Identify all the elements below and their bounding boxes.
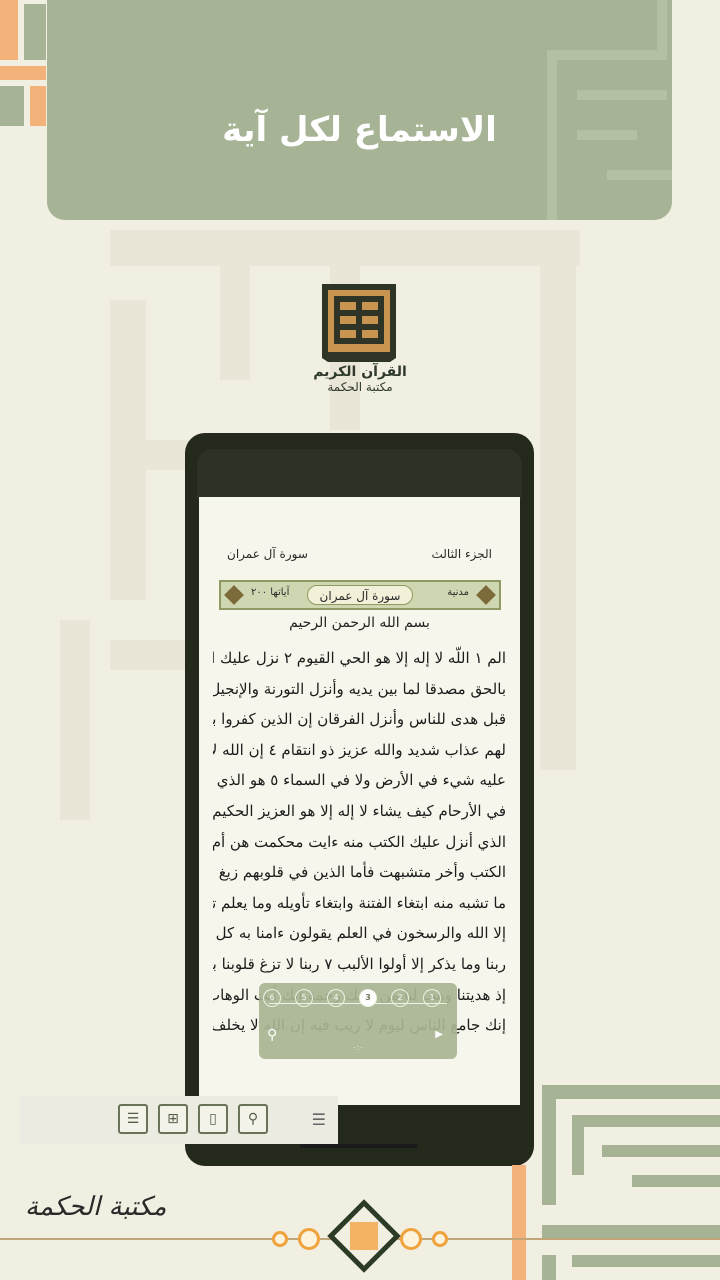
verse-dot[interactable]: 5 xyxy=(295,989,313,1007)
list-icon: ☰ xyxy=(126,1111,140,1127)
header-banner: الاستماع لكل آية xyxy=(47,0,672,220)
banner-title: الاستماع لكل آية xyxy=(222,110,497,150)
reciter-search-icon[interactable]: ⚲ xyxy=(267,1027,277,1043)
search-button[interactable]: ⚲ xyxy=(238,1104,268,1134)
ornament-dot-icon xyxy=(272,1231,288,1247)
play-icon[interactable]: ▶ xyxy=(435,1029,443,1040)
phone-status-area xyxy=(197,449,522,499)
verse-line[interactable]: في الأرحام كيف يشاء لا إله إلا هو العزيز… xyxy=(213,796,506,827)
surah-header-label: سورة آل عمران xyxy=(227,547,308,561)
verses-block[interactable]: الم ١ اللّه لا إله إلا هو الحي القيوم ٢ … xyxy=(213,643,506,1041)
ornament-dot-icon xyxy=(432,1231,448,1247)
verse-line[interactable]: ما تشبه منه ابتغاء الفتنة وابتغاء تأويله… xyxy=(213,888,506,919)
revelation-type: مدنية xyxy=(447,587,469,598)
verse-dot[interactable]: 4 xyxy=(327,989,345,1007)
verse-dot-active[interactable]: 3 xyxy=(359,989,377,1007)
playback-time: ٠:٠ xyxy=(352,1043,364,1052)
ornament-left-icon xyxy=(224,585,244,605)
surah-title-frame: آياتها ٢٠٠ سورة آل عمران مدنية xyxy=(219,580,501,610)
ornament-dot-icon xyxy=(298,1228,320,1250)
corner-ornament-bottom-right xyxy=(512,1085,720,1280)
logo-subtitle: مكتبة الحكمة xyxy=(327,380,393,394)
verse-line[interactable]: الم ١ اللّه لا إله إلا هو الحي القيوم ٢ … xyxy=(213,643,506,674)
bookmark-icon: ▯ xyxy=(209,1111,217,1127)
menu-icon[interactable]: ☰ xyxy=(312,1110,326,1129)
zoom-in-icon: ⊞ xyxy=(167,1111,179,1127)
verse-line[interactable]: إلا الله والرسخون في العلم يقولون ءامنا … xyxy=(213,918,506,949)
basmala: بسم الله الرحمن الرحيم xyxy=(289,615,430,631)
home-indicator xyxy=(300,1144,418,1148)
verse-line[interactable]: قبل هدى للناس وأنزل الفرقان إن الذين كفر… xyxy=(213,704,506,735)
bookmark-button[interactable]: ▯ xyxy=(198,1104,228,1134)
logo-title: القرآن الكريم xyxy=(313,364,407,380)
ornament-right-icon xyxy=(476,585,496,605)
ornament-dot-icon xyxy=(400,1228,422,1250)
quran-logo-icon xyxy=(318,280,400,362)
verse-line[interactable]: ربنا وما يذكر إلا أولوا الألبب ٧ ربنا لا… xyxy=(213,949,506,980)
verse-line[interactable]: بالحق مصدقا لما بين يديه وأنزل التورنة و… xyxy=(213,674,506,705)
verse-selector[interactable]: 6 5 4 3 2 1 xyxy=(259,989,457,1007)
surah-name: سورة آل عمران xyxy=(307,585,413,605)
juz-label: الجزء الثالث xyxy=(431,547,492,561)
ayah-count: آياتها ٢٠٠ xyxy=(251,587,290,598)
reader-toolbar: ▯ ⊞ ☰ ⚲ ☰ xyxy=(20,1096,338,1144)
index-button[interactable]: ☰ xyxy=(118,1104,148,1134)
audio-player-panel[interactable]: 6 5 4 3 2 1 ⚲ ▶ ٠:٠ xyxy=(259,983,457,1059)
verse-dot[interactable]: 1 xyxy=(423,989,441,1007)
verse-line[interactable]: الذي أنزل عليك الكتب منه ءايت محكمت هن أ… xyxy=(213,827,506,858)
library-signature: مكتبة الحكمة xyxy=(25,1192,167,1222)
center-emblem-core xyxy=(350,1222,378,1250)
verse-line[interactable]: عليه شيء في الأرض ولا في السماء ٥ هو الذ… xyxy=(213,765,506,796)
verse-line[interactable]: لهم عذاب شديد والله عزيز ذو انتقام ٤ إن … xyxy=(213,735,506,766)
search-icon: ⚲ xyxy=(247,1111,259,1127)
zoom-in-button[interactable]: ⊞ xyxy=(158,1104,188,1134)
verse-dot[interactable]: 6 xyxy=(263,989,281,1007)
verse-dot[interactable]: 2 xyxy=(391,989,409,1007)
verse-line[interactable]: الكتب وأخر متشبهت فأما الذين في قلوبهم ز… xyxy=(213,857,506,888)
